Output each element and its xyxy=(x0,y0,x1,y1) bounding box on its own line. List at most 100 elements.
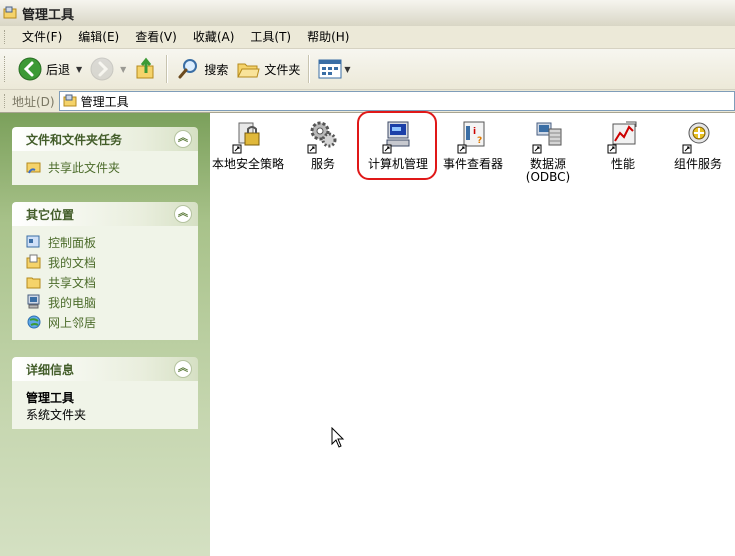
task-share-folder-label: 共享此文件夹 xyxy=(48,160,121,175)
collapse-chevron-icon[interactable]: ︽ xyxy=(174,360,192,378)
place-my-documents-label: 我的文档 xyxy=(48,255,97,270)
network-places-icon xyxy=(27,315,41,329)
folders-icon xyxy=(237,63,260,78)
back-label: 后退 xyxy=(46,62,71,77)
place-network[interactable]: 网上邻居 xyxy=(26,312,198,332)
shared-documents-icon xyxy=(26,277,41,289)
menubar-grip xyxy=(4,30,8,44)
odbc-datasource-icon xyxy=(532,122,562,154)
services-icon xyxy=(307,121,337,154)
place-network-label: 网上邻居 xyxy=(48,315,97,330)
menu-view[interactable]: 查看(V) xyxy=(127,27,185,47)
address-value: 管理工具 xyxy=(80,94,129,109)
menu-bar: 文件(F) 编辑(E) 查看(V) 收藏(A) 工具(T) 帮助(H) xyxy=(0,26,735,49)
file-item[interactable]: i ? 事件查看器 xyxy=(435,119,511,171)
task-share-folder[interactable]: 共享此文件夹 xyxy=(26,157,198,177)
file-label: 服务 xyxy=(310,157,335,171)
details-name: 管理工具 xyxy=(26,391,75,405)
other-places-header[interactable]: 其它位置 ︽ xyxy=(12,202,198,226)
place-shared-documents-label: 共享文档 xyxy=(48,275,97,290)
other-places-title: 其它位置 xyxy=(26,207,75,222)
admin-tools-folder-icon xyxy=(3,6,17,19)
addressbar-grip xyxy=(4,94,8,108)
event-viewer-icon: i ? xyxy=(457,121,485,154)
file-list-view: 本地安全策略 服务 计算机管理 i ? 事件查看器 数据源 (ODBC) 性能 … xyxy=(210,111,735,556)
search-icon xyxy=(178,59,198,79)
back-arrow-icon xyxy=(18,57,42,81)
details-body: 管理工具 系统文件夹 xyxy=(12,381,198,429)
component-services-icon xyxy=(682,122,710,154)
file-label: 计算机管理 xyxy=(367,157,428,171)
file-label: 性能 xyxy=(610,157,635,171)
folders-label: 文件夹 xyxy=(264,62,301,77)
file-label: 数据源 (ODBC) xyxy=(525,157,571,184)
my-computer-icon xyxy=(27,294,40,309)
views-button[interactable]: ▼ xyxy=(314,54,354,84)
back-dropdown-icon[interactable]: ▼ xyxy=(76,65,82,74)
toolbar-grip xyxy=(4,56,8,82)
details-panel: 详细信息 ︽ 管理工具 系统文件夹 xyxy=(12,357,198,429)
back-button[interactable]: 后退 ▼ xyxy=(14,54,86,84)
address-label: 地址(D) xyxy=(12,94,55,109)
file-tasks-body: 共享此文件夹 xyxy=(12,151,198,185)
folders-button[interactable]: 文件夹 xyxy=(232,54,304,84)
address-bar: 地址(D) 管理工具 xyxy=(0,90,735,113)
file-item[interactable]: 本地安全策略 xyxy=(210,119,286,171)
search-button[interactable]: 搜索 xyxy=(172,54,232,84)
collapse-chevron-icon[interactable]: ︽ xyxy=(174,130,192,148)
file-tasks-header[interactable]: 文件和文件夹任务 ︽ xyxy=(12,127,198,151)
forward-dropdown-icon[interactable]: ▼ xyxy=(120,65,126,74)
forward-arrow-icon xyxy=(90,57,114,81)
toolbar-separator xyxy=(308,55,311,83)
other-places-body: 控制面板 我的文档 共享文档 我的电脑 网上邻居 xyxy=(12,226,198,340)
details-type: 系统文件夹 xyxy=(26,408,87,422)
my-documents-icon xyxy=(26,254,41,269)
file-item[interactable]: 性能 xyxy=(585,119,661,171)
title-bar: 管理工具 xyxy=(0,0,735,27)
performance-icon xyxy=(607,121,637,154)
views-dropdown-icon[interactable]: ▼ xyxy=(344,65,350,74)
folder-up-icon xyxy=(136,57,154,79)
place-my-computer-label: 我的电脑 xyxy=(48,295,97,310)
svg-text:i: i xyxy=(473,127,476,137)
menu-file[interactable]: 文件(F) xyxy=(14,27,70,47)
toolbar: 后退 ▼ ▼ 搜索 文件夹 ▼ xyxy=(0,49,735,90)
task-pane: 文件和文件夹任务 ︽ 共享此文件夹 其它位置 ︽ 控制面板 我的文档 共享文档 … xyxy=(0,113,210,556)
place-shared-documents[interactable]: 共享文档 xyxy=(26,272,198,292)
mouse-cursor-icon xyxy=(331,427,345,448)
up-button[interactable] xyxy=(130,54,162,84)
forward-button[interactable]: ▼ xyxy=(86,54,130,84)
file-tasks-title: 文件和文件夹任务 xyxy=(26,132,123,147)
file-item[interactable]: 服务 xyxy=(285,119,361,171)
share-folder-icon xyxy=(26,162,41,174)
place-control-panel-label: 控制面板 xyxy=(48,235,97,250)
menu-edit[interactable]: 编辑(E) xyxy=(70,27,127,47)
file-tasks-panel: 文件和文件夹任务 ︽ 共享此文件夹 xyxy=(12,127,198,185)
place-control-panel[interactable]: 控制面板 xyxy=(26,232,198,252)
file-label: 事件查看器 xyxy=(442,157,503,171)
svg-text:?: ? xyxy=(477,136,482,146)
toolbar-separator xyxy=(166,55,169,83)
admin-tools-folder-icon xyxy=(63,94,77,107)
menu-favorites[interactable]: 收藏(A) xyxy=(185,27,243,47)
menu-help[interactable]: 帮助(H) xyxy=(299,27,357,47)
file-item[interactable]: 数据源 (ODBC) xyxy=(510,119,586,184)
menu-tools[interactable]: 工具(T) xyxy=(242,27,299,47)
file-item[interactable]: 计算机管理 xyxy=(360,119,436,171)
window-title: 管理工具 xyxy=(22,7,75,23)
details-title: 详细信息 xyxy=(26,362,75,377)
file-label: 本地安全策略 xyxy=(211,157,284,171)
place-my-documents[interactable]: 我的文档 xyxy=(26,252,198,272)
views-icon xyxy=(318,59,342,79)
other-places-panel: 其它位置 ︽ 控制面板 我的文档 共享文档 我的电脑 网上邻居 xyxy=(12,202,198,340)
place-my-computer[interactable]: 我的电脑 xyxy=(26,292,198,312)
search-label: 搜索 xyxy=(204,62,229,77)
computer-management-icon xyxy=(382,121,410,154)
collapse-chevron-icon[interactable]: ︽ xyxy=(174,205,192,223)
file-item[interactable]: 组件服务 xyxy=(660,119,735,171)
control-panel-icon xyxy=(26,235,40,248)
local-security-policy-icon xyxy=(232,122,260,154)
address-input[interactable]: 管理工具 xyxy=(58,91,735,111)
details-header[interactable]: 详细信息 ︽ xyxy=(12,357,198,381)
file-label: 组件服务 xyxy=(673,157,722,171)
